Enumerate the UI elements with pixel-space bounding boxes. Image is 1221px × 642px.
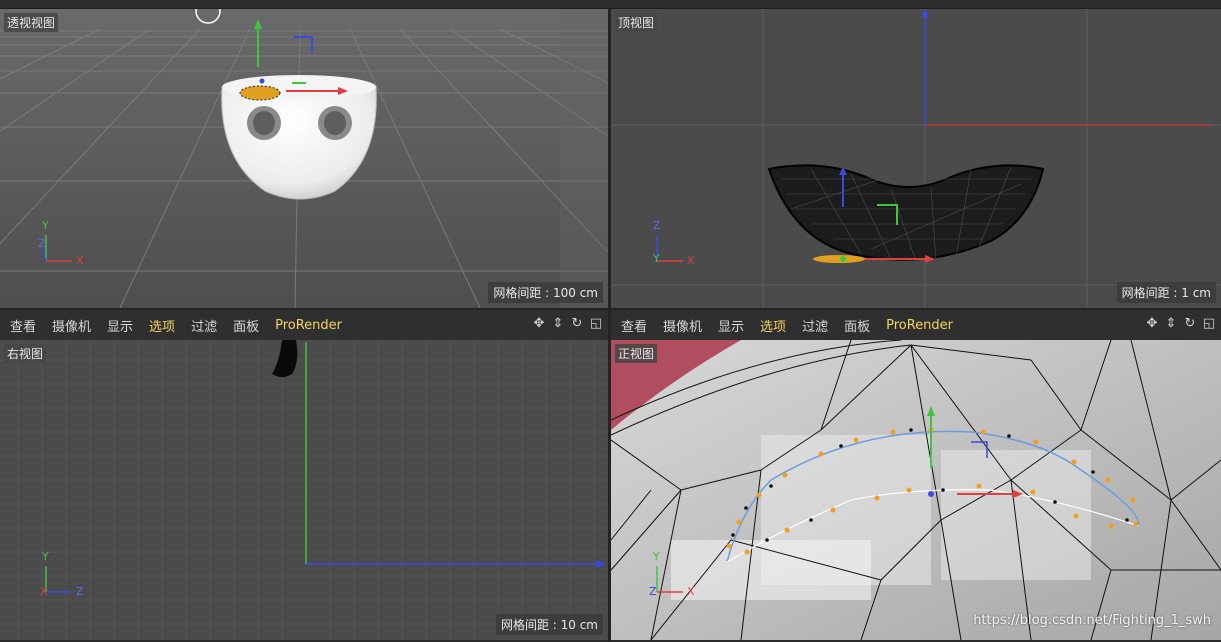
- maximize-view-icon[interactable]: ◱: [1201, 316, 1217, 332]
- perspective-grid-spacing: 网格间距 : 100 cm: [488, 282, 603, 303]
- axis-z-label: Z: [649, 585, 657, 598]
- perspective-viewport[interactable]: Y X Z 透视视图 网格间距 : 100 cm: [0, 9, 608, 308]
- axis-x-label: X: [687, 585, 695, 598]
- top-toolbar-strip: [0, 0, 1221, 9]
- axis-z-label: Z: [38, 237, 46, 250]
- right-viewport[interactable]: Y Z X 右视图 网格间距 : 10 cm: [0, 340, 608, 640]
- front-viewport[interactable]: Y X Z 正视图 https://blog.csdn.net/Fighting…: [611, 340, 1221, 640]
- axis-z-label: Z: [653, 219, 661, 232]
- move-view-icon[interactable]: ✥: [1144, 316, 1160, 332]
- axis-x-label: X: [76, 254, 84, 267]
- menu-camera[interactable]: 摄像机: [663, 316, 702, 335]
- axis-y-label: Y: [653, 252, 660, 265]
- watermark-text: https://blog.csdn.net/Fighting_1_swh: [973, 613, 1211, 628]
- axis-x-label: X: [687, 254, 695, 267]
- viewport-divider-vertical[interactable]: [608, 9, 611, 642]
- top-grid-spacing: 网格间距 : 1 cm: [1116, 282, 1216, 303]
- menu-prorender[interactable]: ProRender: [886, 318, 953, 333]
- top-viewport[interactable]: Z Y X 顶视图 网格间距 : 1 cm: [611, 9, 1221, 308]
- rotate-view-icon[interactable]: ↻: [569, 316, 585, 332]
- right-view-object: [272, 340, 298, 377]
- right-scene: [0, 340, 608, 640]
- rotate-view-icon[interactable]: ↻: [1182, 316, 1198, 332]
- menu-camera[interactable]: 摄像机: [52, 316, 91, 335]
- right-view-label: 右视图: [4, 344, 47, 363]
- menu-display[interactable]: 显示: [107, 316, 133, 335]
- move-view-icon[interactable]: ✥: [531, 316, 547, 332]
- menu-options[interactable]: 选项: [149, 316, 175, 335]
- menu-panel[interactable]: 面板: [233, 316, 259, 335]
- viewport-divider-horizontal[interactable]: [0, 308, 1221, 310]
- menu-filter[interactable]: 过滤: [802, 316, 828, 335]
- top-scene: [611, 9, 1221, 308]
- axis-z-label: Z: [76, 585, 84, 598]
- axis-x-label: X: [40, 585, 48, 598]
- menu-view[interactable]: 查看: [10, 316, 36, 335]
- right-grid-spacing: 网格间距 : 10 cm: [495, 614, 603, 635]
- perspective-scene: [0, 9, 608, 308]
- axis-y-label: Y: [42, 550, 49, 563]
- front-scene: [611, 340, 1221, 640]
- front-view-label: 正视图: [615, 344, 658, 363]
- menu-filter[interactable]: 过滤: [191, 316, 217, 335]
- menu-options[interactable]: 选项: [760, 316, 786, 335]
- maximize-view-icon[interactable]: ◱: [588, 316, 604, 332]
- right-view-menubar: 查看 摄像机 显示 选项 过滤 面板 ProRender ✥ ⇕ ↻ ◱: [0, 310, 608, 340]
- top-mesh-object: [767, 164, 1045, 262]
- zoom-view-icon[interactable]: ⇕: [550, 316, 566, 332]
- perspective-view-label: 透视视图: [4, 13, 59, 32]
- front-view-menubar: 查看 摄像机 显示 选项 过滤 面板 ProRender ✥ ⇕ ↻ ◱: [611, 310, 1221, 340]
- top-view-label: 顶视图: [615, 13, 658, 32]
- zoom-view-icon[interactable]: ⇕: [1163, 316, 1179, 332]
- axis-y-label: Y: [653, 550, 660, 563]
- axis-y-label: Y: [42, 219, 49, 232]
- menu-panel[interactable]: 面板: [844, 316, 870, 335]
- menu-view[interactable]: 查看: [621, 316, 647, 335]
- menu-prorender[interactable]: ProRender: [275, 318, 342, 333]
- menu-display[interactable]: 显示: [718, 316, 744, 335]
